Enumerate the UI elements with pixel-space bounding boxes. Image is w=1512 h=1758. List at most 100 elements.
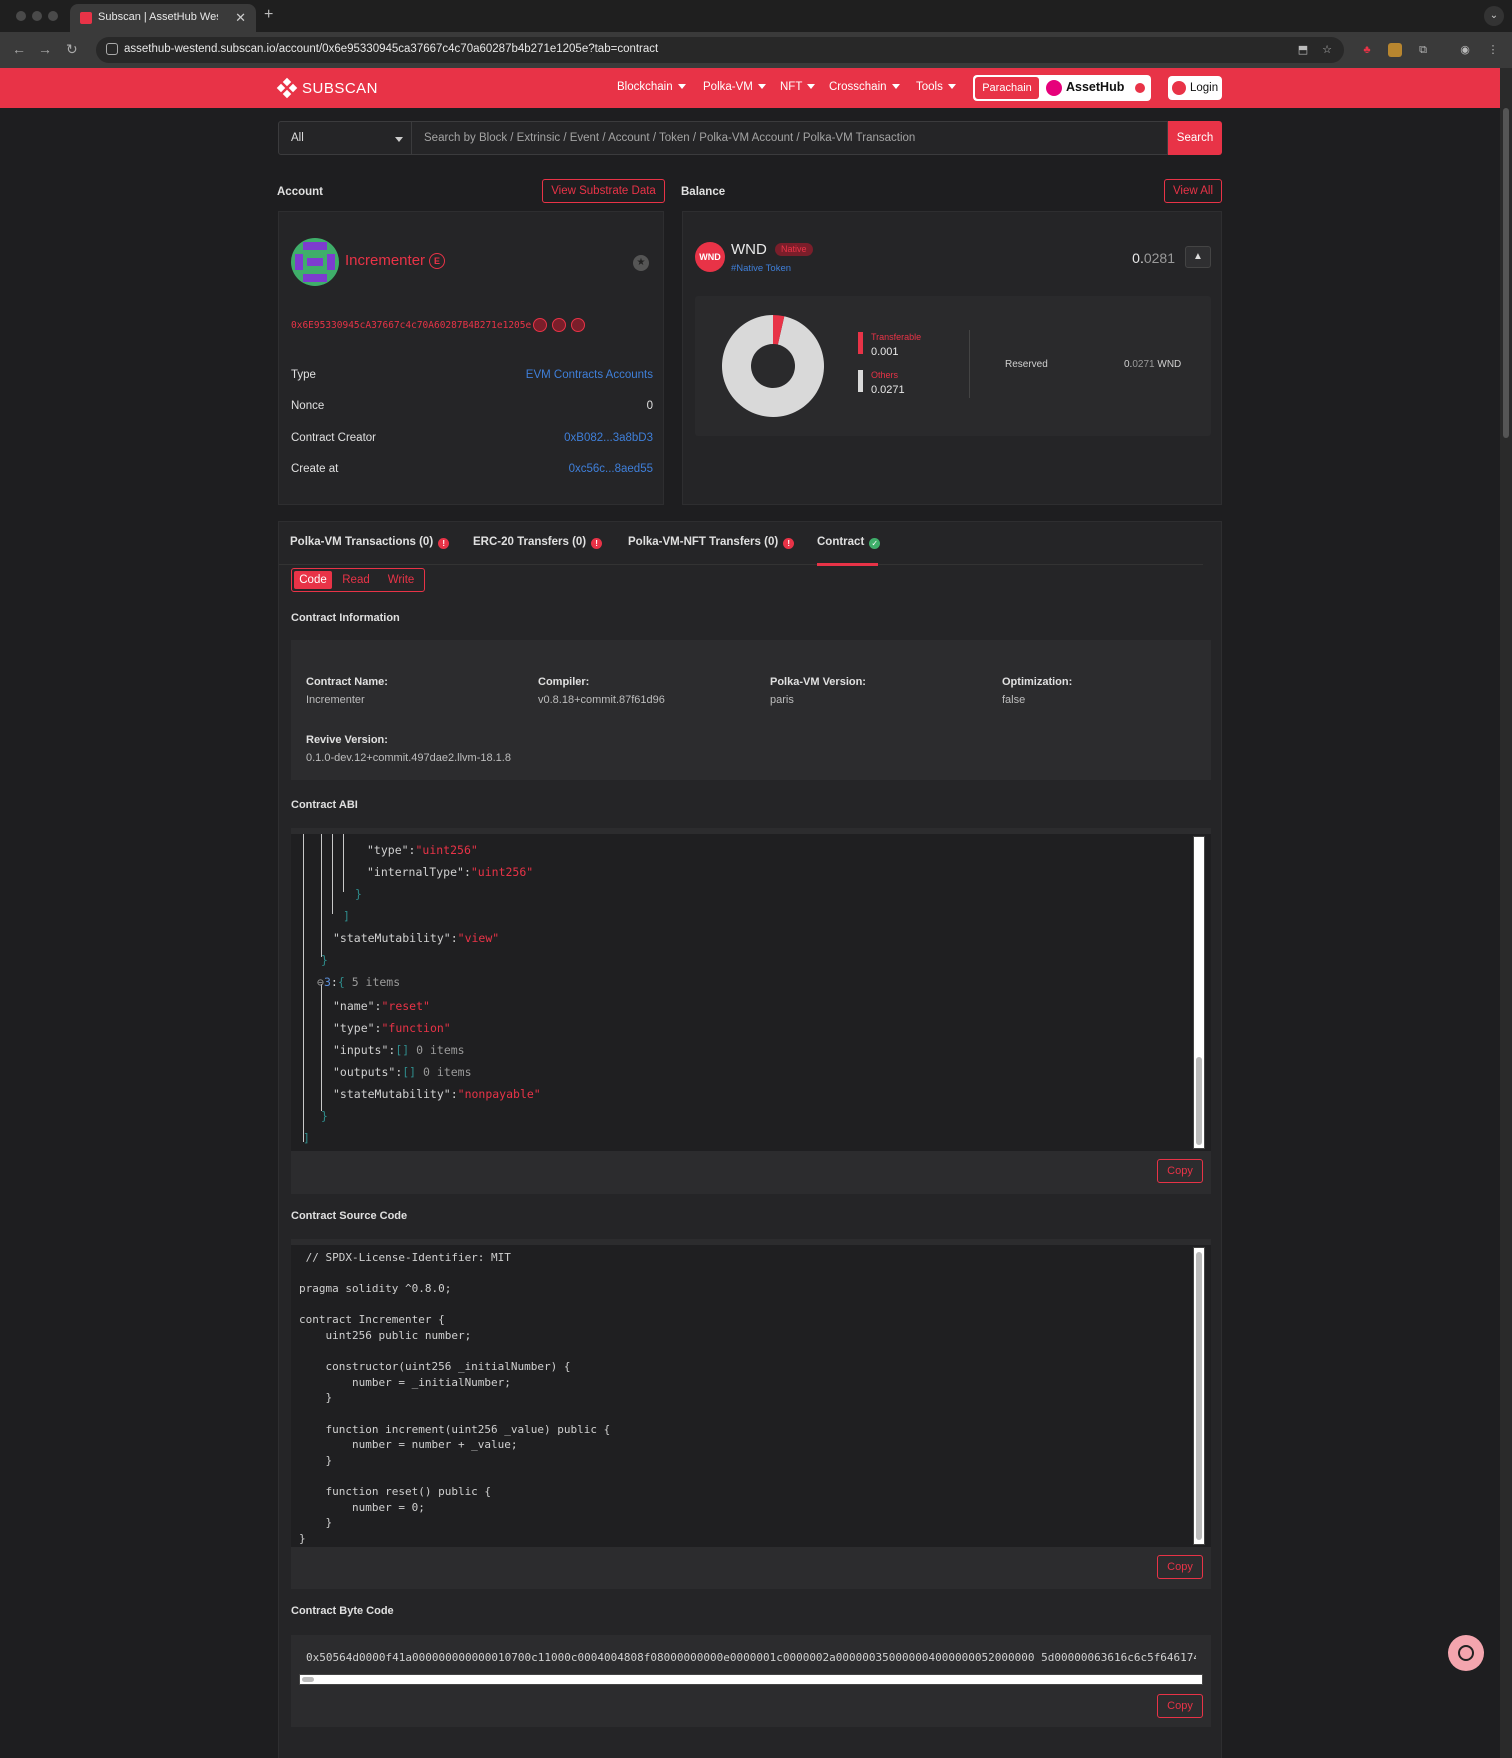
account-name: Incrementer	[345, 252, 426, 269]
account-field-nonce: Nonce 0	[291, 400, 653, 420]
segment-write[interactable]: Write	[380, 571, 422, 589]
legend-others-value: 0.0271	[871, 384, 905, 396]
search-filter-value: All	[291, 132, 304, 144]
copy-bytecode-button[interactable]: Copy	[1157, 1694, 1203, 1718]
abi-scrollbar[interactable]	[1193, 836, 1205, 1149]
browser-menu-icon[interactable]: ⋮	[1486, 43, 1500, 57]
bookmark-star-icon[interactable]: ☆	[1320, 43, 1334, 57]
window-minimize-icon[interactable]	[32, 11, 42, 21]
tree-guide	[321, 984, 322, 1111]
chat-support-button[interactable]	[1448, 1635, 1484, 1671]
new-tab-icon[interactable]: +	[264, 6, 273, 24]
abi-line: "outputs":[] 0 items	[333, 1065, 472, 1079]
source-line: number = _initialNumber;	[299, 1375, 511, 1389]
source-line: }	[299, 1531, 306, 1545]
contract-creator-link[interactable]: 0xB082...3a8bD3	[564, 432, 653, 444]
browser-tab[interactable]: Subscan | AssetHub Westend ✕	[70, 4, 256, 32]
network-selector[interactable]: Parachain AssetHub	[973, 75, 1151, 101]
search-button[interactable]: Search	[1168, 121, 1222, 155]
profile-icon[interactable]: ◉	[1458, 43, 1472, 57]
abi-line-collapsible[interactable]: ⊖3:{ 5 items	[317, 975, 400, 989]
chevron-down-icon	[807, 84, 816, 90]
contract-information-box: Contract Name: Incrementer Compiler: v0.…	[291, 640, 1211, 780]
collapse-balance-button[interactable]: ▲	[1185, 246, 1211, 268]
subscan-logo-text: SUBSCAN	[302, 79, 379, 97]
reserved-value: 0.0271 WND	[1124, 359, 1181, 370]
window-zoom-icon[interactable]	[48, 11, 58, 21]
close-tab-icon[interactable]: ✕	[235, 10, 246, 26]
copy-address-icon[interactable]	[533, 318, 547, 332]
revive-version-label: Revive Version:	[306, 734, 388, 746]
search-input[interactable]	[412, 121, 1168, 155]
menu-tools[interactable]: Tools	[916, 81, 956, 93]
polka-vm-version-label: Polka-VM Version:	[770, 676, 866, 688]
search-row: All Search	[278, 121, 1222, 155]
qr-code-icon[interactable]	[552, 318, 566, 332]
source-line: number = number + _value;	[299, 1438, 518, 1452]
extension-gold-icon[interactable]	[1388, 43, 1402, 57]
copy-source-button[interactable]: Copy	[1157, 1555, 1203, 1579]
page-scrollbar[interactable]	[1500, 68, 1512, 1758]
balance-integer: 0.	[1132, 250, 1144, 266]
collapse-toggle-icon[interactable]: ⊖	[317, 975, 324, 989]
menu-polka-vm[interactable]: Polka-VM	[703, 81, 766, 93]
account-type-icon[interactable]	[571, 318, 585, 332]
abi-line: }	[321, 1109, 328, 1123]
token-symbol: WND	[731, 241, 767, 258]
page-scrollbar-thumb[interactable]	[1503, 108, 1509, 438]
verified-check-icon: ✓	[869, 538, 881, 549]
tab-polka-vm-nft-transfers[interactable]: Polka-VM-NFT Transfers (0)!	[628, 536, 795, 549]
browser-tab-bar: Subscan | AssetHub Westend ✕ + ⌄	[0, 0, 1512, 32]
tab-label: Polka-VM Transactions (0)	[290, 536, 434, 548]
abi-line: }	[321, 953, 328, 967]
source-line: }	[299, 1391, 333, 1405]
abi-line: "inputs":[] 0 items	[333, 1043, 465, 1057]
view-all-button[interactable]: View All	[1164, 179, 1222, 203]
source-scrollbar-thumb[interactable]	[1196, 1252, 1202, 1540]
menu-label: Polka-VM	[703, 81, 753, 93]
menu-label: NFT	[780, 81, 803, 93]
site-info-icon[interactable]	[106, 43, 118, 55]
forward-icon[interactable]: →	[38, 41, 52, 57]
source-line: function increment(uint256 _value) publi…	[299, 1422, 611, 1436]
menu-blockchain[interactable]: Blockchain	[617, 81, 686, 93]
window-close-icon[interactable]	[16, 11, 26, 21]
extensions-puzzle-icon[interactable]: ⧉	[1416, 43, 1430, 57]
menu-nft[interactable]: NFT	[780, 81, 816, 93]
legend-transferable-swatch	[858, 332, 863, 354]
login-button[interactable]: Login	[1168, 76, 1222, 100]
tab-polka-vm-transactions[interactable]: Polka-VM Transactions (0)!	[290, 536, 450, 549]
favorite-star-icon[interactable]: ★	[633, 255, 649, 271]
abi-scrollbar-thumb[interactable]	[1196, 1057, 1202, 1145]
token-subtitle-link[interactable]: #Native Token	[731, 263, 791, 274]
source-scrollbar[interactable]	[1193, 1247, 1205, 1545]
copy-abi-button[interactable]: Copy	[1157, 1159, 1203, 1183]
polka-vm-version-value: paris	[770, 694, 794, 706]
create-at-link[interactable]: 0xc56c...8aed55	[569, 463, 653, 475]
tab-erc20-transfers[interactable]: ERC-20 Transfers (0)!	[473, 536, 603, 549]
site-header: SUBSCAN Blockchain Polka-VM NFT Crosscha…	[0, 68, 1500, 108]
segment-read[interactable]: Read	[336, 571, 376, 589]
view-substrate-data-button[interactable]: View Substrate Data	[542, 179, 665, 203]
back-icon[interactable]: ←	[12, 41, 26, 57]
chevron-down-icon	[947, 84, 956, 90]
search-filter-select[interactable]: All	[278, 121, 412, 155]
install-app-icon[interactable]: ⬒	[1296, 43, 1310, 57]
subscan-logo[interactable]: SUBSCAN	[276, 77, 379, 99]
abi-line: "type":"uint256"	[367, 843, 478, 857]
reserved-label: Reserved	[1005, 359, 1048, 370]
tab-contract[interactable]: Contract ✓	[817, 536, 881, 549]
bytecode-hscrollbar-thumb[interactable]	[302, 1677, 314, 1682]
segment-code[interactable]: Code	[294, 571, 332, 589]
extension-red-icon[interactable]: ♣	[1360, 43, 1374, 57]
network-type-tag: Parachain	[975, 77, 1039, 99]
tab-search-chevron-icon[interactable]: ⌄	[1484, 6, 1504, 26]
address-bar[interactable]: assethub-westend.subscan.io/account/0x6e…	[96, 37, 1344, 63]
source-line: // SPDX-License-Identifier: MIT	[299, 1251, 511, 1264]
reload-icon[interactable]: ↻	[66, 41, 78, 58]
legend-others-swatch	[858, 370, 863, 392]
account-type-link[interactable]: EVM Contracts Accounts	[526, 369, 653, 381]
chevron-down-icon	[757, 84, 766, 90]
menu-crosschain[interactable]: Crosschain	[829, 81, 900, 93]
bytecode-hscrollbar[interactable]	[299, 1674, 1203, 1685]
